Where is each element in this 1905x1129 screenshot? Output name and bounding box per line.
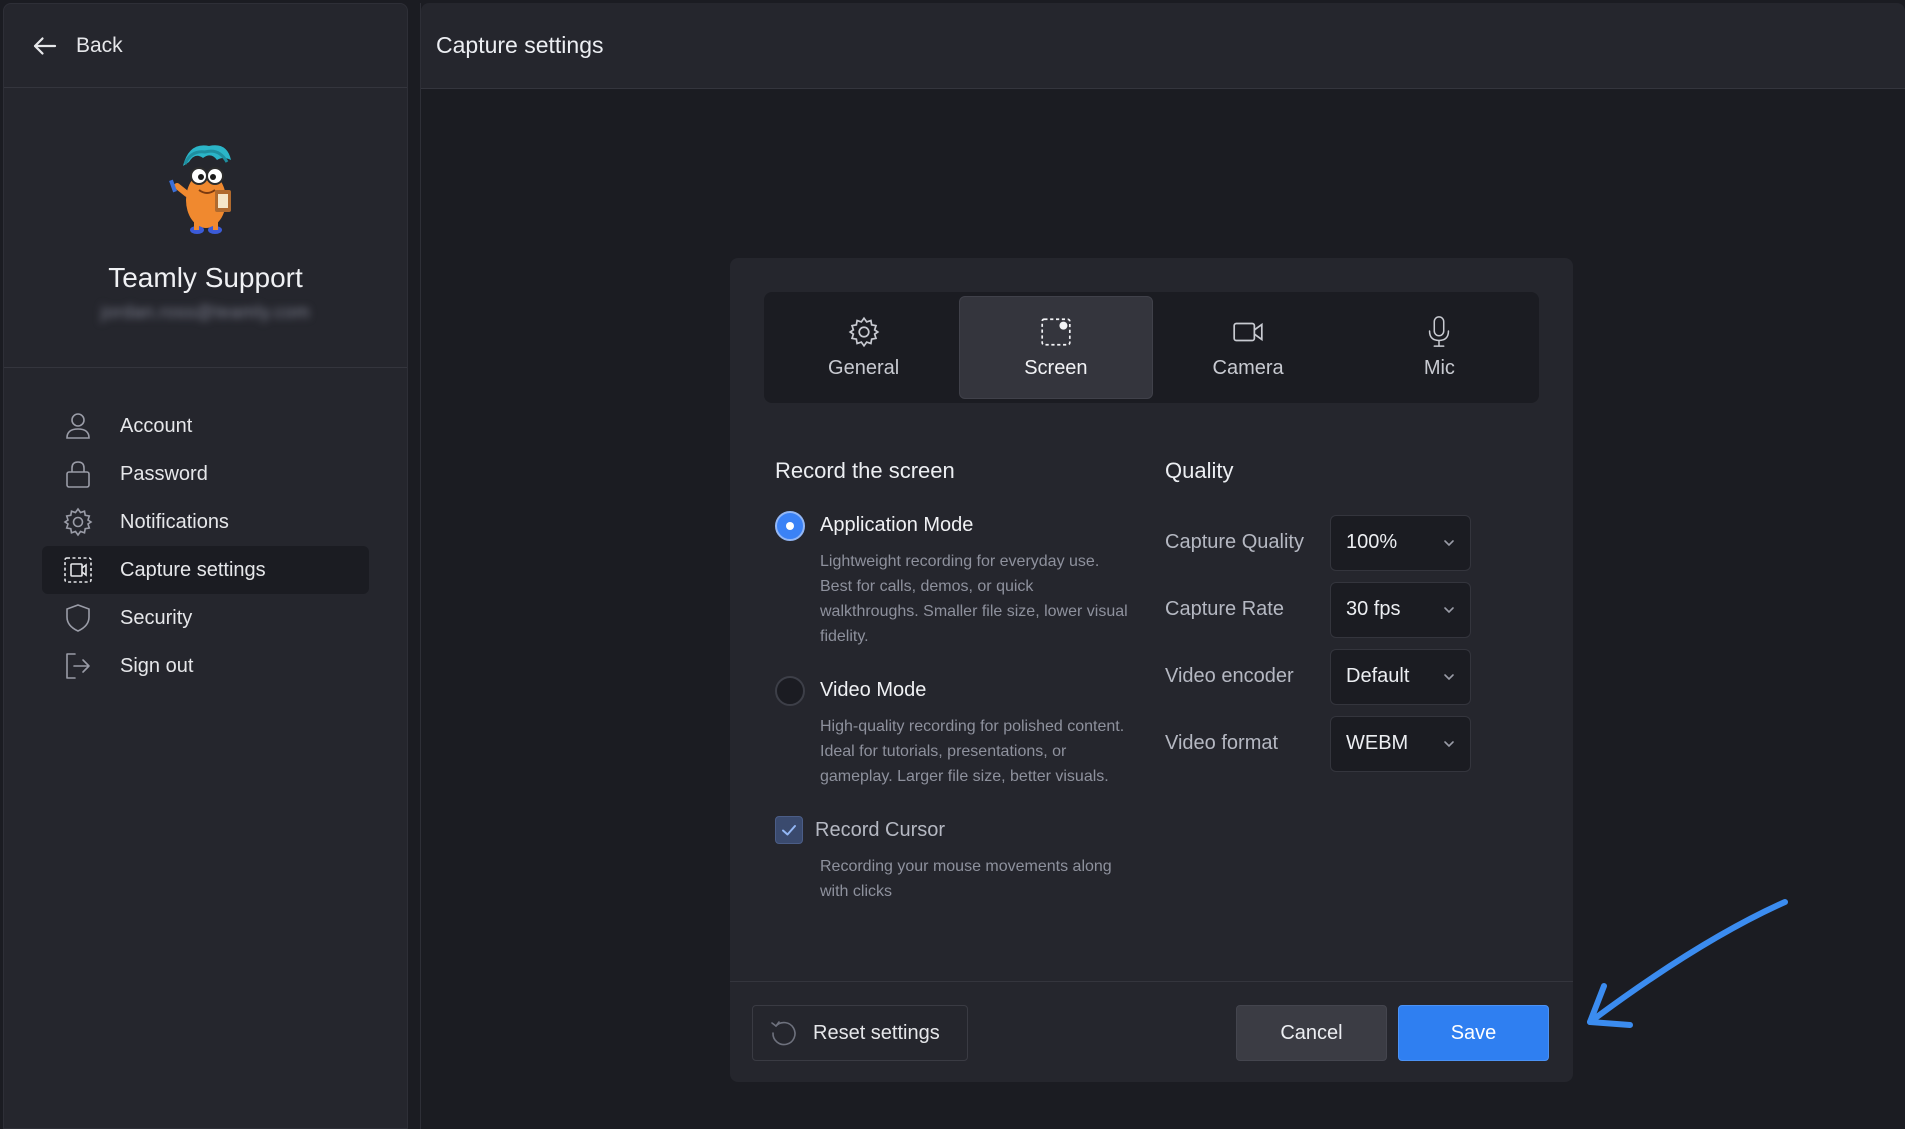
capture-quality-row: Capture Quality 100% [1165, 509, 1535, 576]
microphone-icon [1429, 316, 1450, 347]
video-format-label: Video format [1165, 732, 1279, 754]
save-button[interactable]: Save [1398, 1005, 1549, 1061]
camera-icon [1233, 322, 1263, 342]
record-cursor-title: Record Cursor [815, 819, 946, 841]
back-label: Back [76, 33, 123, 57]
capture-rate-value: 30 fps [1346, 598, 1401, 620]
application-mode-radio[interactable] [775, 511, 805, 541]
sidebar: Back Teamly Support jordan.ross@teamly.c… [3, 3, 408, 1129]
reset-settings-label: Reset settings [813, 1021, 940, 1044]
reset-icon [771, 1021, 796, 1046]
screen-capture-icon [62, 554, 94, 586]
tab-label: General [828, 357, 900, 379]
tab-general[interactable]: General [768, 296, 959, 399]
sidebar-item-security[interactable]: Security [42, 594, 369, 642]
capture-quality-select[interactable]: 100% [1330, 514, 1471, 571]
video-encoder-value: Default [1346, 665, 1410, 687]
sidebar-item-notifications[interactable]: Notifications [42, 498, 369, 546]
record-cursor-checkbox[interactable] [775, 816, 803, 844]
tab-mic[interactable]: Mic [1344, 296, 1535, 399]
cancel-button[interactable]: Cancel [1236, 1005, 1387, 1061]
avatar [168, 145, 231, 234]
profile-section: Teamly Support jordan.ross@teamly.com [4, 88, 407, 368]
quality-section: Quality Capture Quality 100% Capture Rat… [1165, 458, 1535, 777]
annotation-arrow [1587, 899, 1788, 1028]
app-window: Back Teamly Support jordan.ross@teamly.c… [0, 0, 1905, 1129]
quality-section-title: Quality [1165, 458, 1234, 483]
sidebar-item-label: Sign out [120, 654, 194, 677]
sign-out-icon [62, 650, 94, 682]
sidebar-item-label: Capture settings [120, 558, 266, 581]
sidebar-nav: Account Password Notifications Capture s… [4, 368, 407, 690]
chevron-down-icon [1444, 673, 1454, 680]
sidebar-item-capture-settings[interactable]: Capture settings [42, 546, 369, 594]
capture-settings-dialog: General Screen Camera Mic Record the scr… [730, 258, 1573, 1082]
sidebar-item-label: Account [120, 414, 193, 437]
record-cursor-option[interactable]: Record Cursor Recording your mouse movem… [775, 816, 1135, 904]
video-mode-option[interactable]: Video Mode High-quality recording for po… [775, 676, 1135, 789]
reset-settings-button[interactable]: Reset settings [752, 1005, 968, 1061]
tab-label: Camera [1212, 357, 1284, 379]
sidebar-item-password[interactable]: Password [42, 450, 369, 498]
video-format-value: WEBM [1346, 732, 1409, 754]
application-mode-option[interactable]: Application Mode Lightweight recording f… [775, 511, 1135, 649]
sidebar-item-sign-out[interactable]: Sign out [42, 642, 369, 690]
video-format-row: Video format WEBM [1165, 710, 1535, 777]
video-encoder-label: Video encoder [1165, 665, 1294, 687]
arrow-left-icon [33, 36, 57, 55]
application-mode-title: Application Mode [820, 514, 974, 536]
chevron-down-icon [1444, 539, 1454, 546]
user-icon [62, 410, 94, 442]
checkmark-icon [782, 825, 796, 836]
record-section-title: Record the screen [775, 458, 955, 483]
tab-camera[interactable]: Camera [1153, 296, 1344, 399]
tab-label: Screen [1024, 357, 1088, 379]
video-mode-radio[interactable] [775, 676, 805, 706]
capture-quality-label: Capture Quality [1165, 531, 1304, 553]
sidebar-item-account[interactable]: Account [42, 402, 369, 450]
quality-rows: Capture Quality 100% Capture Rate 30 fps… [1165, 509, 1535, 777]
chevron-down-icon [1444, 740, 1454, 747]
sidebar-header: Back [4, 4, 407, 88]
profile-name: Teamly Support [108, 262, 303, 293]
record-cursor-description: Recording your mouse movements along wit… [820, 858, 1112, 900]
application-mode-description: Lightweight recording for everyday use. … [820, 553, 1128, 645]
chevron-down-icon [1444, 606, 1454, 613]
gear-icon [848, 316, 879, 348]
back-button[interactable]: Back [30, 31, 123, 61]
video-encoder-row: Video encoder Default [1165, 643, 1535, 710]
capture-rate-row: Capture Rate 30 fps [1165, 576, 1535, 643]
screen-capture-icon [1041, 318, 1071, 346]
shield-icon [62, 602, 94, 634]
sidebar-item-label: Password [120, 462, 208, 485]
profile-email: jordan.ross@teamly.com [101, 302, 310, 322]
video-encoder-select[interactable]: Default [1330, 648, 1471, 705]
tab-label: Mic [1423, 357, 1455, 379]
capture-quality-value: 100% [1346, 531, 1398, 553]
settings-tabs: General Screen Camera Mic [764, 292, 1539, 403]
main-header: Capture settings [421, 3, 1905, 89]
video-mode-description: High-quality recording for polished cont… [820, 718, 1125, 785]
record-screen-section: Record the screen Application Mode Light… [775, 458, 1135, 904]
gear-icon [62, 506, 94, 538]
capture-rate-select[interactable]: 30 fps [1330, 581, 1471, 638]
dialog-footer: Reset settings Cancel Save [730, 981, 1573, 1082]
tab-screen[interactable]: Screen [959, 296, 1153, 399]
sidebar-item-label: Security [120, 606, 193, 629]
page-title: Capture settings [436, 32, 604, 58]
capture-rate-label: Capture Rate [1165, 598, 1284, 620]
video-mode-title: Video Mode [820, 679, 927, 701]
sidebar-item-label: Notifications [120, 510, 229, 533]
lock-icon [62, 458, 94, 490]
video-format-select[interactable]: WEBM [1330, 715, 1471, 772]
